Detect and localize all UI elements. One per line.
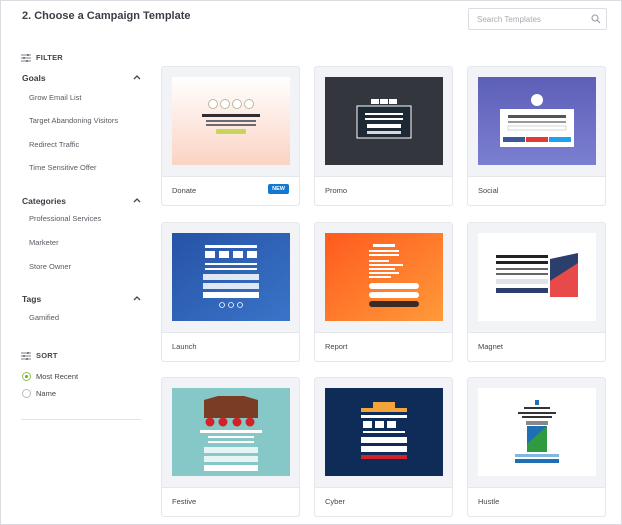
template-name: Promo [325,186,348,195]
sort-option-label: Name [36,389,57,398]
sort-header: SORT [21,351,58,360]
template-card-report[interactable]: Report [314,222,453,362]
category-item[interactable]: Marketer [29,238,59,247]
new-badge: NEW [268,184,289,194]
template-card-magnet[interactable]: Magnet [467,222,606,362]
template-card-festive[interactable]: Festive [161,377,300,517]
categories-header[interactable]: Categories [22,196,141,206]
card-footer: Hustle [468,487,605,516]
template-preview [172,388,290,476]
goals-title: Goals [22,73,46,83]
goals-header[interactable]: Goals [22,73,141,83]
categories-title: Categories [22,196,66,206]
template-preview [478,388,596,476]
tags-title: Tags [22,294,42,304]
category-item[interactable]: Professional Services [29,214,101,223]
goal-item[interactable]: Time Sensitive Offer [29,163,97,172]
template-preview [478,77,596,165]
sort-option-most-recent[interactable]: Most Recent [22,372,78,381]
card-footer: Promo [315,176,452,205]
template-name: Hustle [478,497,500,506]
page-title: 2. Choose a Campaign Template [22,10,191,22]
goal-item[interactable]: Target Abandoning Visitors [29,116,118,125]
search-box[interactable] [468,8,607,30]
template-preview [325,233,443,321]
template-preview [325,388,443,476]
radio-button[interactable] [22,372,31,381]
template-preview [325,77,443,165]
template-name: Donate [172,186,197,195]
template-card-cyber[interactable]: Cyber [314,377,453,517]
chevron-up-icon[interactable] [133,295,141,301]
card-footer: Donate NEW [162,176,299,205]
sort-option-name[interactable]: Name [22,389,56,398]
goal-item[interactable]: Grow Email List [29,93,82,102]
card-footer: Festive [162,487,299,516]
template-preview [172,233,290,321]
filter-header: FILTER [21,53,63,62]
search-icon[interactable] [591,14,601,24]
chevron-up-icon[interactable] [133,74,141,80]
template-name: Cyber [325,497,346,506]
card-footer: Launch [162,332,299,361]
chevron-up-icon[interactable] [133,197,141,203]
template-preview [478,233,596,321]
filter-icon [21,53,31,62]
sort-icon [21,351,31,360]
search-input[interactable] [469,9,587,29]
sort-option-label: Most Recent [36,372,79,381]
divider [21,419,141,420]
tags-header[interactable]: Tags [22,294,141,304]
category-item[interactable]: Store Owner [29,262,71,271]
template-card-social[interactable]: Social [467,66,606,206]
template-card-hustle[interactable]: Hustle [467,377,606,517]
template-preview [172,77,290,165]
card-footer: Magnet [468,332,605,361]
template-name: Festive [172,497,197,506]
card-footer: Report [315,332,452,361]
template-card-promo[interactable]: Promo [314,66,453,206]
template-card-donate[interactable]: Donate NEW [161,66,300,206]
template-name: Social [478,186,499,195]
template-chooser-panel: 2. Choose a Campaign Template FILTER Goa… [0,0,622,525]
tag-item[interactable]: Gamified [29,313,59,322]
template-name: Launch [172,342,197,351]
card-footer: Social [468,176,605,205]
template-name: Magnet [478,342,504,351]
template-card-launch[interactable]: Launch [161,222,300,362]
card-footer: Cyber [315,487,452,516]
sort-label: SORT [36,351,58,360]
radio-button[interactable] [22,389,31,398]
template-name: Report [325,342,348,351]
goal-item[interactable]: Redirect Traffic [29,140,79,149]
filter-label: FILTER [36,53,63,62]
